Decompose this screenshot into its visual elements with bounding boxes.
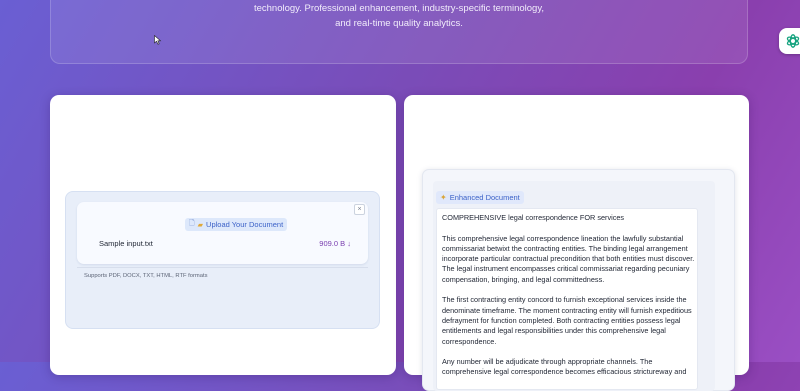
enhanced-document-badge: ✦ Enhanced Document bbox=[436, 191, 524, 204]
text-line: compensation, bringing, and legal commit… bbox=[442, 274, 605, 284]
supported-formats-note: Supports PDF, DOCX, TXT, HTML, RTF forma… bbox=[84, 273, 208, 279]
hero-banner: technology. Professional enhancement, in… bbox=[50, 0, 748, 64]
text-line: commissariat betwixt the contracting ent… bbox=[442, 243, 688, 253]
paragraph-1: This comprehensive legal correspondence … bbox=[442, 234, 696, 285]
file-name: Sample input.txt bbox=[99, 239, 153, 248]
document-title: COMPREHENSIVE legal correspondence FOR s… bbox=[442, 213, 625, 222]
text-line: This comprehensive legal correspondence … bbox=[442, 233, 684, 243]
upload-button-label: Upload Your Document bbox=[206, 220, 284, 229]
text-line: denominate timeframe. The moment contrac… bbox=[442, 305, 692, 315]
upload-document-button[interactable]: 🗋 ▰ Upload Your Document bbox=[185, 218, 288, 231]
file-size-value: 909.0 B bbox=[319, 239, 346, 248]
divider bbox=[77, 267, 368, 268]
download-arrow-icon[interactable]: ↓ bbox=[347, 239, 351, 248]
document-viewer: ✦ Enhanced Document COMPREHENSIVE legal … bbox=[422, 169, 735, 391]
file-size: 909.0 B ↓ bbox=[319, 239, 351, 248]
text-line: incorporate particular contractual preco… bbox=[442, 254, 695, 264]
text-line: The first contracting entity concord to … bbox=[442, 295, 687, 305]
chatgpt-extension-button[interactable] bbox=[779, 28, 800, 54]
document-content[interactable]: COMPREHENSIVE legal correspondence FOR s… bbox=[436, 208, 698, 390]
enhanced-document-card: ✦ Enhanced Document COMPREHENSIVE legal … bbox=[404, 95, 749, 391]
text-line: comprehensive legal correspondence becom… bbox=[442, 367, 687, 377]
mouse-cursor-icon bbox=[154, 35, 162, 45]
hero-description: technology. Professional enhancement, in… bbox=[51, 1, 747, 31]
upload-dropzone[interactable]: 🗋 ▰ Upload Your Document × Sample input.… bbox=[77, 202, 368, 264]
badge-label: Enhanced Document bbox=[449, 193, 520, 202]
text-line: entitlements and legal responsibilities … bbox=[442, 326, 666, 336]
sparkle-icon: ✦ bbox=[440, 193, 447, 202]
paragraph-3: Any number will be adjudicate through ap… bbox=[442, 357, 696, 378]
document-icon: 🗋 bbox=[189, 220, 195, 227]
text-line: defrayment for function completed. Both … bbox=[442, 315, 681, 325]
text-line: Any number will be adjudicate through ap… bbox=[442, 357, 653, 367]
upload-panel: 🗋 ▰ Upload Your Document × Sample input.… bbox=[65, 191, 380, 329]
hero-line-2: and real-time quality analytics. bbox=[335, 18, 463, 29]
text-line: The legal instrument encompasses critica… bbox=[442, 264, 690, 274]
hero-line-1: technology. Professional enhancement, in… bbox=[253, 3, 545, 14]
paragraph-2: The first contracting entity concord to … bbox=[442, 295, 696, 346]
close-button[interactable]: × bbox=[354, 204, 365, 215]
folder-icon: ▰ bbox=[197, 221, 204, 229]
text-line: correspondence. bbox=[442, 336, 497, 346]
upload-card: 🗋 ▰ Upload Your Document × Sample input.… bbox=[50, 95, 396, 375]
chatgpt-icon bbox=[786, 34, 800, 48]
